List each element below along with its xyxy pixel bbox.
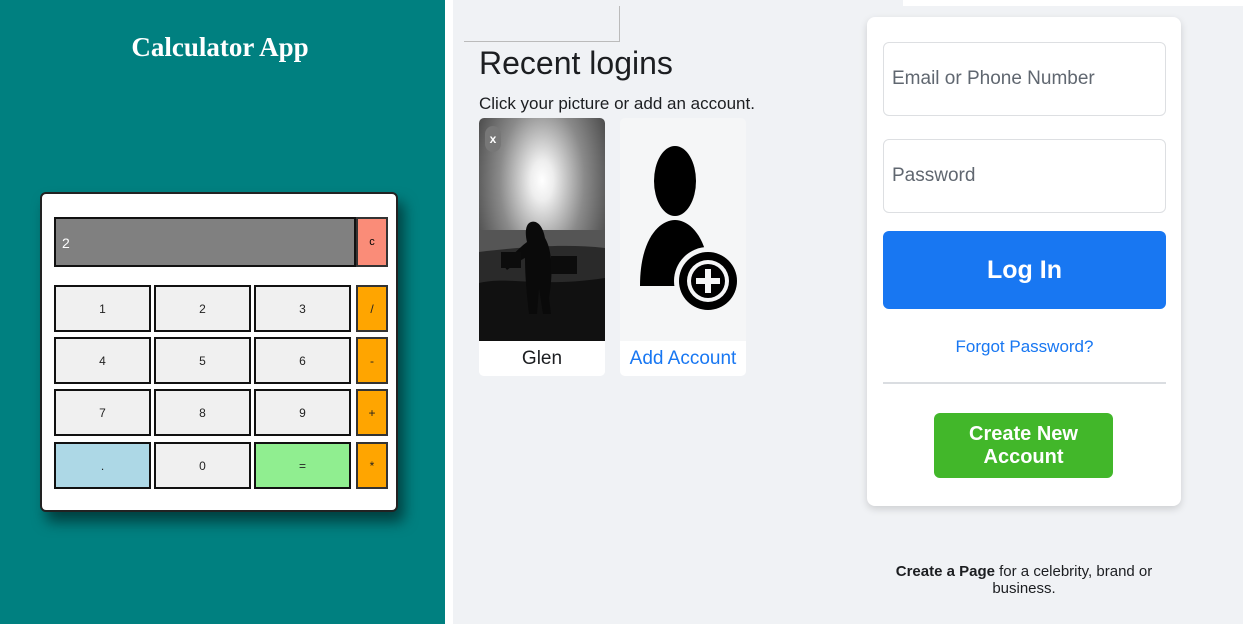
key-equals[interactable]: = [254,442,351,489]
add-account-label: Add Account [620,341,746,376]
add-account-card[interactable]: Add Account [620,118,746,376]
create-page-link[interactable]: Create a Page [896,563,995,580]
forgot-password-link[interactable]: Forgot Password? [883,337,1166,357]
user-plus-icon [640,146,742,315]
key-0[interactable]: 0 [154,442,251,489]
key-8[interactable]: 8 [154,389,251,436]
key-1[interactable]: 1 [54,285,151,332]
key-subtract[interactable]: - [356,337,388,384]
key-2[interactable]: 2 [154,285,251,332]
password-field[interactable] [883,139,1166,213]
key-add[interactable]: + [356,389,388,436]
top-tab-outline [464,6,620,42]
create-account-button[interactable]: Create New Account [934,413,1113,478]
key-5[interactable]: 5 [154,337,251,384]
create-page-suffix: for a celebrity, brand or business. [992,563,1153,597]
account-card-glen[interactable]: x Glen [479,118,605,376]
account-name: Glen [479,341,605,376]
calculator-body: 2 c 1 2 3 / 4 5 6 - 7 8 9 + . 0 = * [40,192,398,512]
key-7[interactable]: 7 [54,389,151,436]
key-4[interactable]: 4 [54,337,151,384]
key-decimal[interactable]: . [54,442,151,489]
create-page-text: Create a Page for a celebrity, brand or … [867,563,1181,597]
calculator-title: Calculator App [131,32,309,62]
top-bar [903,0,1243,6]
calculator-display[interactable]: 2 [54,217,356,267]
recent-logins-subtitle: Click your picture or add an account. [479,94,755,113]
key-9[interactable]: 9 [254,389,351,436]
key-3[interactable]: 3 [254,285,351,332]
login-card: Log In Forgot Password? Create New Accou… [867,17,1181,506]
clear-button[interactable]: c [356,217,388,267]
screen: Calculator App 2 c 1 2 3 / 4 5 6 - 7 8 9… [0,0,1243,624]
silhouette-sunset-photo [479,118,605,341]
recent-logins-title: Recent logins [479,45,673,81]
divider-strip [445,0,453,624]
remove-account-button[interactable]: x [485,126,501,152]
key-multiply[interactable]: * [356,442,388,489]
calculator-panel: Calculator App 2 c 1 2 3 / 4 5 6 - 7 8 9… [0,0,445,624]
key-6[interactable]: 6 [254,337,351,384]
email-field[interactable] [883,42,1166,116]
divider [883,382,1166,384]
login-button[interactable]: Log In [883,231,1166,309]
key-divide[interactable]: / [356,285,388,332]
